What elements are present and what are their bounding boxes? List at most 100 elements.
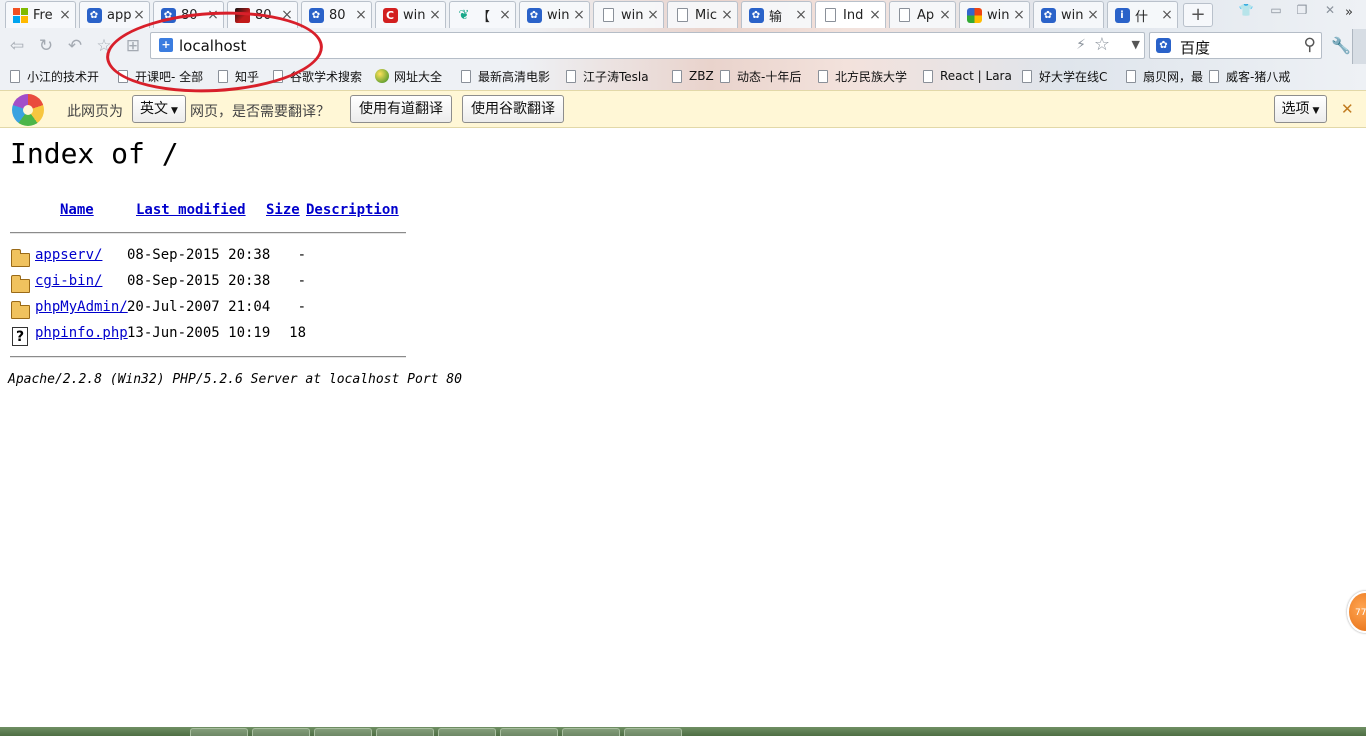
address-bar[interactable]: + localhost ⚡ ☆ ▼ <box>150 32 1145 59</box>
file-size: 18 <box>289 325 306 341</box>
bookmark-item[interactable]: 知乎 <box>218 67 259 85</box>
tab-5[interactable]: Cwin × <box>375 1 446 28</box>
taskbar-item[interactable] <box>624 728 682 736</box>
close-tab-icon[interactable]: × <box>1161 8 1173 22</box>
speed-mode-icon[interactable]: ⚡ <box>1076 37 1086 53</box>
apps-grid-icon[interactable]: ⊞ <box>123 36 143 56</box>
bookmark-item[interactable]: 网址大全 <box>375 67 442 85</box>
taskbar-item[interactable] <box>376 728 434 736</box>
close-tab-icon[interactable]: × <box>1013 8 1025 22</box>
tab-12[interactable]: Ap × <box>889 1 956 28</box>
tab-0[interactable]: Fre × <box>5 1 76 28</box>
bookmark-item[interactable]: 最新高清电影 <box>461 67 550 85</box>
red-site-icon <box>234 7 250 23</box>
bookmark-label: React | Lara <box>940 69 1012 83</box>
language-select[interactable]: 英文 ▼ <box>132 95 186 123</box>
translate-options-button[interactable]: 选项 ▼ <box>1274 95 1327 123</box>
close-tab-icon[interactable]: × <box>499 8 511 22</box>
back-icon[interactable]: ⇦ <box>7 36 27 56</box>
taskbar-item[interactable] <box>314 728 372 736</box>
tab-9[interactable]: Mic × <box>667 1 738 28</box>
restore-icon[interactable]: ❐ <box>1294 3 1310 17</box>
taskbar-item[interactable] <box>252 728 310 736</box>
floating-badge[interactable]: 77 <box>1347 591 1366 633</box>
tools-wrench-icon[interactable]: 🔧 <box>1331 36 1351 55</box>
bookmark-item[interactable]: 谷歌学术搜索 <box>273 67 362 85</box>
close-tab-icon[interactable]: × <box>281 8 293 22</box>
column-header-name[interactable]: Name <box>60 202 94 218</box>
column-header-last-modified[interactable]: Last modified <box>136 202 246 218</box>
bookmark-item[interactable]: 动态-十年后 <box>720 67 801 85</box>
refresh-icon[interactable]: ↻ <box>36 36 56 56</box>
close-tab-icon[interactable]: × <box>429 8 441 22</box>
tab-3[interactable]: 80 × <box>227 1 298 28</box>
youdao-translate-button[interactable]: 使用有道翻译 <box>350 95 452 123</box>
taskbar-item[interactable] <box>562 728 620 736</box>
bookmark-item[interactable]: 好大学在线C <box>1022 67 1107 85</box>
chevron-down-icon: ▼ <box>171 106 178 116</box>
tab-15[interactable]: i 什 × <box>1107 1 1178 28</box>
tab-11[interactable]: Ind × <box>815 1 886 28</box>
tab-2[interactable]: ✿ 80 × <box>153 1 224 28</box>
bookmark-item[interactable]: 北方民族大学 <box>818 67 907 85</box>
column-header-size[interactable]: Size <box>266 202 300 218</box>
bookmark-star-icon[interactable]: ☆ <box>1094 34 1110 55</box>
close-tab-icon[interactable]: × <box>59 8 71 22</box>
file-link[interactable]: appserv/ <box>35 247 102 263</box>
tab-1[interactable]: ✿ app × <box>79 1 150 28</box>
close-icon[interactable]: ✕ <box>1341 100 1354 118</box>
close-tab-icon[interactable]: × <box>721 8 733 22</box>
undo-close-icon[interactable]: ↶ <box>65 36 85 56</box>
tab-13[interactable]: win × <box>959 1 1030 28</box>
close-window-icon[interactable]: ✕ <box>1322 3 1338 17</box>
tab-10[interactable]: ✿ 输 × <box>741 1 812 28</box>
bookmark-label: 小江的技术开 <box>27 69 100 84</box>
file-link[interactable]: phpMyAdmin/ <box>35 299 128 315</box>
close-tab-icon[interactable]: × <box>133 8 145 22</box>
file-link[interactable]: cgi-bin/ <box>35 273 102 289</box>
bookmark-item[interactable]: 开课吧- 全部 <box>118 67 203 85</box>
close-tab-icon[interactable]: × <box>647 8 659 22</box>
tab-7[interactable]: ✿ win × <box>519 1 590 28</box>
close-tab-icon[interactable]: × <box>573 8 585 22</box>
minimize-icon[interactable]: ▭ <box>1268 3 1284 17</box>
close-tab-icon[interactable]: × <box>207 8 219 22</box>
file-link[interactable]: phpinfo.php <box>35 325 128 341</box>
bookmarks-more-chevron[interactable]: » <box>1345 5 1353 20</box>
new-tab-button[interactable]: + <box>1183 3 1213 27</box>
close-tab-icon[interactable]: × <box>1087 8 1099 22</box>
server-signature: Apache/2.2.8 (Win32) PHP/5.2.6 Server at… <box>8 372 462 387</box>
search-icon[interactable]: ⚲ <box>1304 35 1316 55</box>
search-engine-label[interactable]: 百度 <box>1180 37 1210 58</box>
skin-icon[interactable]: 👕 <box>1238 3 1254 17</box>
close-tab-icon[interactable]: × <box>939 8 951 22</box>
column-header-description[interactable]: Description <box>306 202 399 218</box>
bookmark-item[interactable]: 江子涛Tesla <box>566 67 649 85</box>
tab-8[interactable]: win × <box>593 1 664 28</box>
bookmark-label: 知乎 <box>235 69 260 84</box>
google-translate-button[interactable]: 使用谷歌翻译 <box>462 95 564 123</box>
close-tab-icon[interactable]: × <box>355 8 367 22</box>
bookmark-item[interactable]: 扇贝网，最 <box>1126 67 1203 85</box>
tab-title: Fre <box>33 7 53 23</box>
tab-4[interactable]: ✿ 80 × <box>301 1 372 28</box>
table-row: appserv/08-Sep-2015 20:38 - <box>10 247 410 269</box>
bookmark-item[interactable]: 威客-猪八戒 <box>1209 67 1290 85</box>
favorite-icon[interactable]: ☆ <box>94 36 114 56</box>
tab-6[interactable]: ❦ 【 × <box>449 1 516 28</box>
bookmark-item[interactable]: ZBZ <box>672 67 714 85</box>
taskbar-item[interactable] <box>438 728 496 736</box>
bookmark-item[interactable]: 小江的技术开 <box>10 67 99 85</box>
baidu-paw-icon: ✿ <box>748 7 764 23</box>
close-tab-icon[interactable]: × <box>795 8 807 22</box>
close-tab-icon[interactable]: × <box>869 8 881 22</box>
translate-logo-icon <box>12 94 44 126</box>
search-box[interactable]: ✿ 百度 ⚲ <box>1149 32 1322 59</box>
taskbar-item[interactable] <box>190 728 248 736</box>
taskbar-item[interactable] <box>500 728 558 736</box>
url-dropdown-icon[interactable]: ▼ <box>1132 38 1140 51</box>
bookmark-item[interactable]: React | Lara <box>923 67 1012 85</box>
translate-bar: 此网页为 英文 ▼ 网页，是否需要翻译？ 使用有道翻译 使用谷歌翻译 选项 ▼ ✕ <box>0 90 1366 128</box>
url-text[interactable]: localhost <box>179 37 246 55</box>
tab-14[interactable]: ✿ win × <box>1033 1 1104 28</box>
